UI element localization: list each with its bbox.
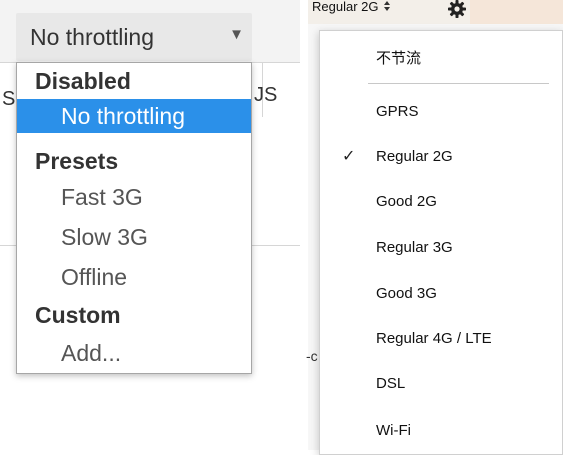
menu-item-regular-2g[interactable]: ✓ Regular 2G [320, 137, 562, 177]
firefox-throttling-panel: Regular 2G -c 不节流 GPRS ✓ Regular 2G Good… [306, 0, 563, 455]
menu-item-no-throttling[interactable]: 不节流 [320, 39, 562, 79]
option-fast-3g[interactable]: Fast 3G [17, 180, 251, 214]
menu-item-good-2g[interactable]: Good 2G [320, 182, 562, 222]
updown-chevron-icon [384, 1, 391, 11]
toolbar-tint [470, 0, 563, 24]
option-offline[interactable]: Offline [17, 260, 251, 294]
menu-item-gprs[interactable]: GPRS [320, 92, 562, 132]
menu-item-regular-4g-lte[interactable]: Regular 4G / LTE [320, 319, 562, 359]
option-no-throttling[interactable]: No throttling [17, 99, 251, 133]
gear-icon [448, 0, 466, 18]
dropdown-arrow-icon: ▼ [229, 25, 244, 43]
menu-item-wifi[interactable]: Wi-Fi [320, 411, 562, 451]
throttling-select[interactable]: No throttling ▼ [16, 13, 252, 61]
network-throttling-select[interactable]: Regular 2G [312, 0, 391, 17]
group-label-custom: Custom [35, 302, 121, 328]
menu-item-good-3g[interactable]: Good 3G [320, 274, 562, 314]
background-cell-fragment: JS [254, 84, 278, 106]
option-slow-3g[interactable]: Slow 3G [17, 220, 251, 254]
menu-item-label: Regular 2G [376, 148, 453, 165]
chrome-throttling-panel: S JS No throttling ▼ Disabled No throttl… [0, 0, 300, 450]
network-throttling-menu: 不节流 GPRS ✓ Regular 2G Good 2G Regular 3G… [319, 30, 563, 455]
network-throttling-label: Regular 2G [312, 0, 379, 14]
menu-separator [368, 83, 549, 84]
background-cell-fragment: S [2, 88, 16, 110]
settings-gear-button[interactable] [442, 0, 472, 22]
menu-item-dsl[interactable]: DSL [320, 364, 562, 404]
option-add-custom[interactable]: Add... [17, 336, 251, 370]
group-label-disabled: Disabled [35, 68, 131, 94]
throttling-dropdown-list: Disabled No throttling Presets Fast 3G S… [16, 62, 252, 374]
throttling-select-label: No throttling [30, 23, 155, 50]
menu-item-regular-3g[interactable]: Regular 3G [320, 228, 562, 268]
group-label-presets: Presets [35, 148, 119, 174]
background-cell-fragment: -c [306, 348, 318, 364]
checkmark-icon: ✓ [342, 148, 356, 165]
